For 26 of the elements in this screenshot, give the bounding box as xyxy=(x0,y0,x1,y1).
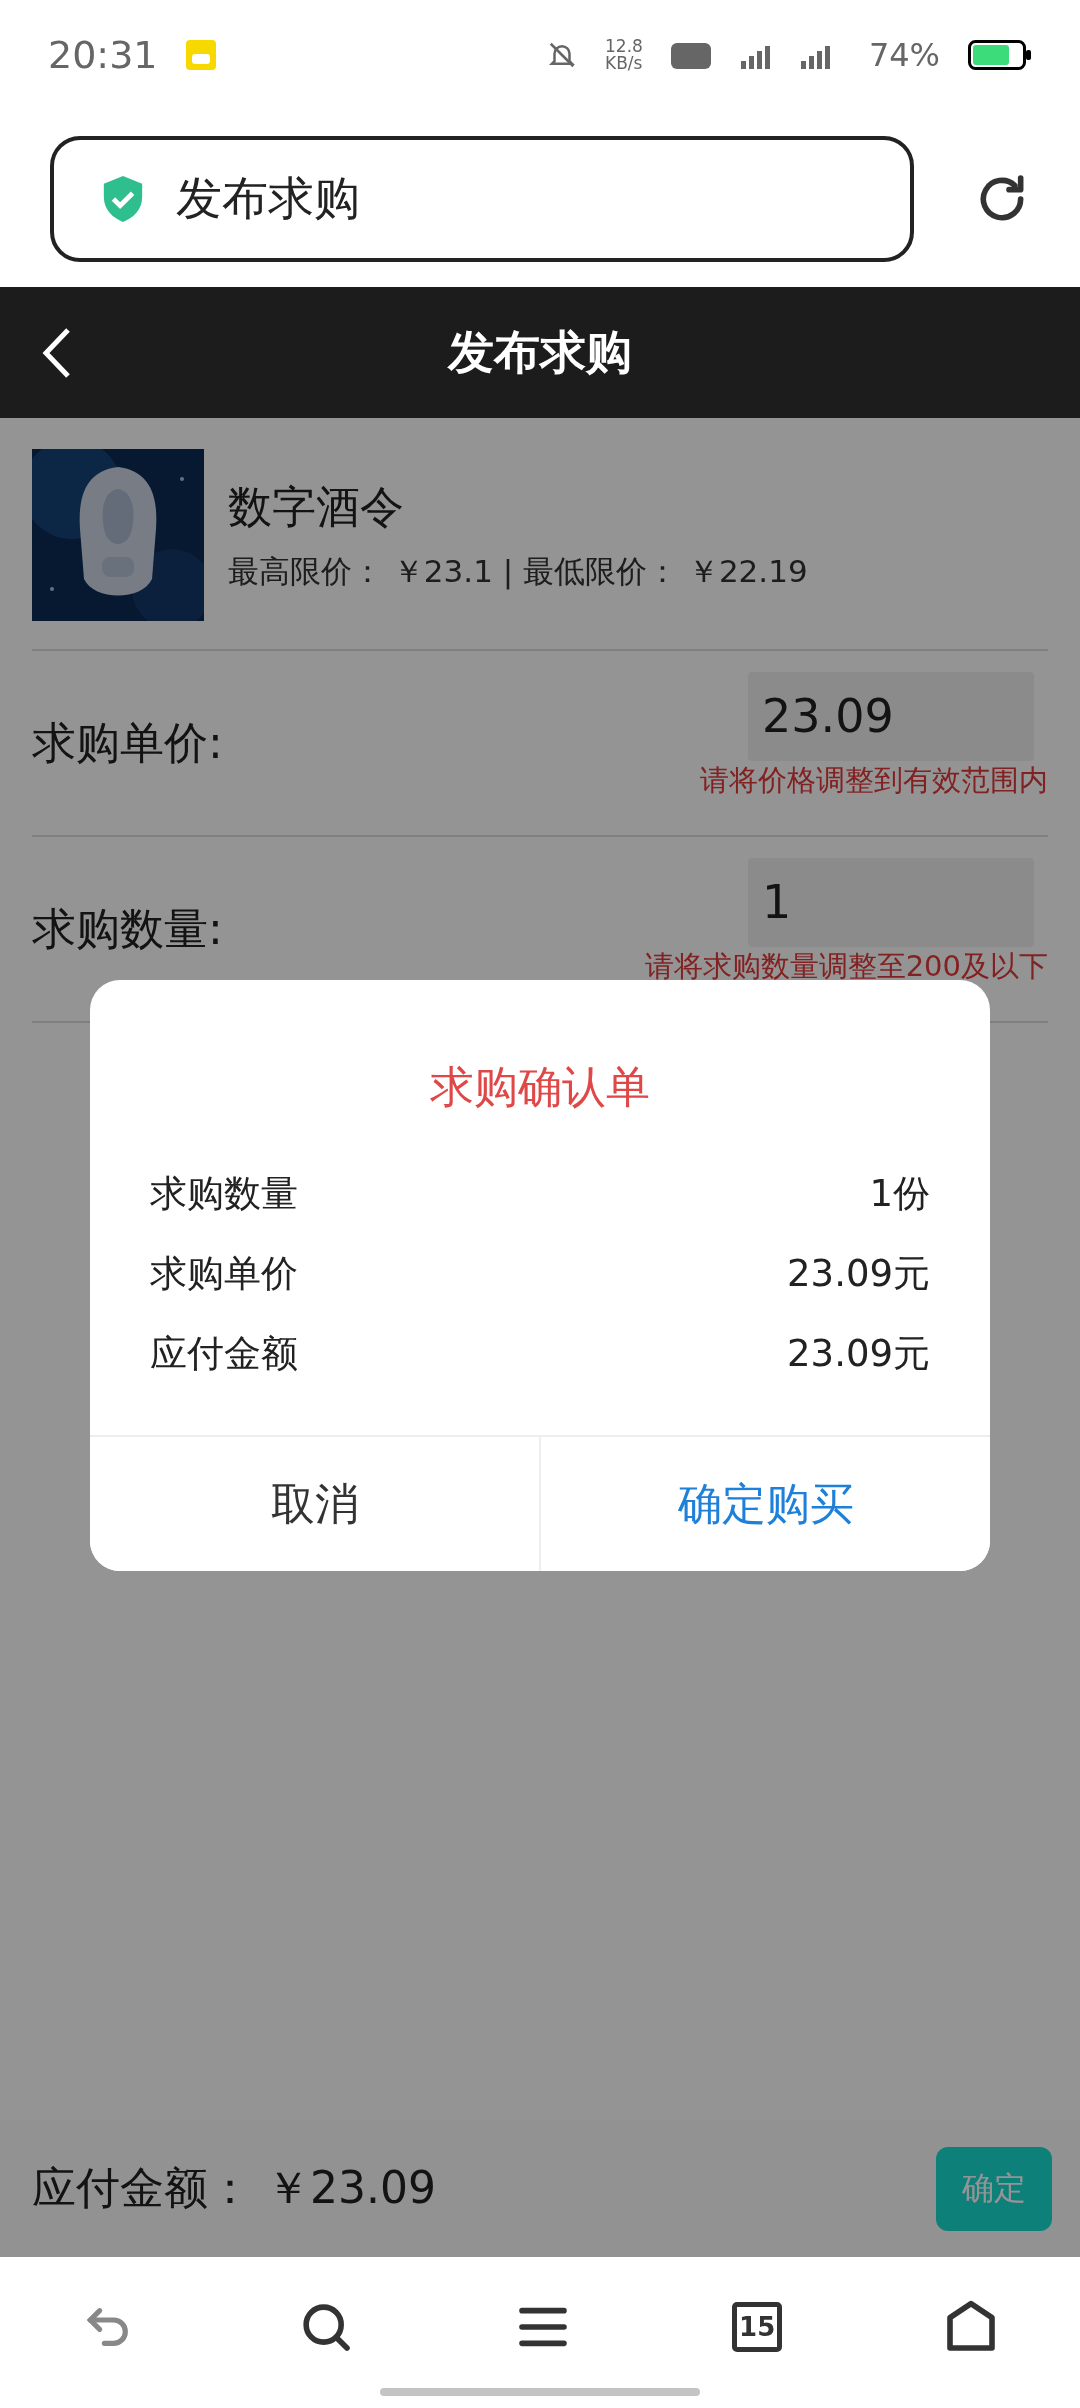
dialog-value: 23.09元 xyxy=(787,1331,930,1377)
field-label: 求购数量: xyxy=(32,901,223,956)
address-text: 发布求购 xyxy=(176,169,360,227)
dialog-value: 1份 xyxy=(869,1171,930,1217)
page-title: 发布求购 xyxy=(448,323,632,381)
field-label: 求购单价: xyxy=(32,715,223,770)
confirm-purchase-button[interactable]: 确定购买 xyxy=(539,1437,990,1571)
dialog-value: 23.09元 xyxy=(787,1251,930,1297)
battery-percent: 74% xyxy=(868,36,940,74)
dialog-title: 求购确认单 xyxy=(430,1060,650,1114)
tabs-button[interactable]: 15 xyxy=(732,2301,783,2352)
address-field[interactable]: 发布求购 xyxy=(50,135,914,262)
dialog-label: 求购单价 xyxy=(150,1251,298,1297)
battery-icon xyxy=(968,40,1032,70)
price-limits: 最高限价： ￥23.1 | 最低限价： ￥22.19 xyxy=(228,551,808,592)
network-speed: 12.8 KB/s xyxy=(605,38,643,72)
input-field[interactable]: 1 xyxy=(748,857,1034,947)
dialog-label: 应付金额 xyxy=(150,1331,298,1377)
error-message: 请将求购数量调整至200及以下 xyxy=(644,947,1048,985)
status-time: 20:31 xyxy=(48,33,158,77)
product-name: 数字酒令 xyxy=(228,479,405,534)
error-message: 请将价格调整到有效范围内 xyxy=(700,761,1048,799)
dialog-label: 求购数量 xyxy=(150,1171,298,1217)
total-amount: 应付金额： ￥23.09 xyxy=(32,2161,436,2215)
input-field[interactable]: 23.09 xyxy=(748,671,1034,761)
app-notification-icon xyxy=(185,40,216,70)
